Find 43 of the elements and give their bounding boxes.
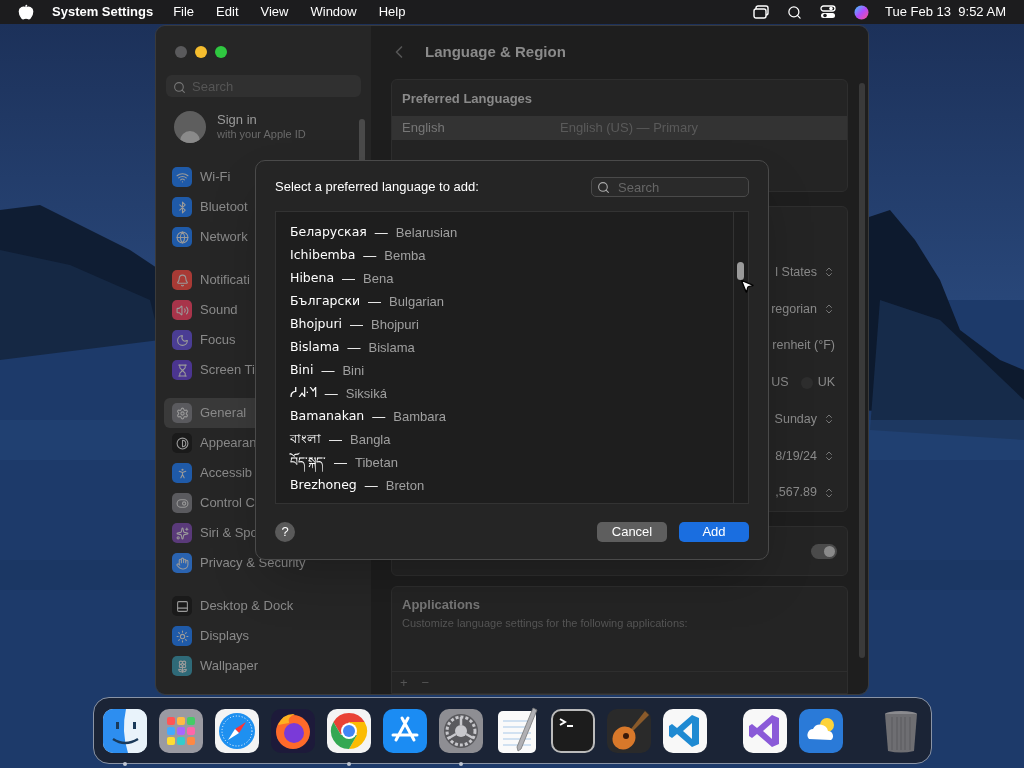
english-name: Belarusian <box>395 223 458 242</box>
native-name: བོད་སྐད་ <box>290 453 326 472</box>
sheet-title: Select a preferred language to add: <box>275 178 479 197</box>
dash: — <box>372 407 386 426</box>
native-name: Български <box>290 292 361 311</box>
english-name: Bulgarian <box>389 292 445 311</box>
dash: — <box>324 384 338 403</box>
dash: — <box>363 246 377 265</box>
setting-value: renheit (°F) <box>772 337 835 355</box>
native-name: Ichibemba <box>290 246 356 265</box>
native-name: Bini <box>290 361 314 380</box>
english-name: Siksiká <box>345 384 387 403</box>
dash: — <box>329 430 342 449</box>
native-name: ᓱᖽᐧᖿ <box>290 384 317 403</box>
native-name: Brezhoneg <box>290 476 357 495</box>
english-name: Bislama <box>368 338 415 357</box>
language-name: English <box>402 119 446 138</box>
dash: — <box>321 361 335 380</box>
dash: — <box>374 223 388 242</box>
native-name: Беларуская <box>290 223 367 242</box>
dash: — <box>350 315 364 334</box>
native-name: Bislama <box>290 338 340 357</box>
dash: — <box>334 453 347 472</box>
english-name: Bemba <box>384 246 426 265</box>
dash: — <box>364 476 378 495</box>
native-name: Bamanakan <box>290 407 365 426</box>
account-subtitle: with your Apple ID <box>217 127 306 142</box>
english-name: Bangla <box>350 430 391 449</box>
english-name: Breton <box>385 476 425 495</box>
english-name: Bini <box>342 361 365 380</box>
native-name: বাংলা <box>290 430 321 449</box>
english-name: Bhojpuri <box>371 315 419 334</box>
english-name: Bena <box>363 269 394 288</box>
dash: — <box>342 269 356 288</box>
english-name: Tibetan <box>355 453 398 472</box>
window-title: Language & Region <box>425 41 566 62</box>
english-name: Bambara <box>393 407 446 426</box>
section-title: Applications <box>401 596 481 614</box>
dash: — <box>368 292 382 311</box>
native-name: Hibena <box>290 269 335 288</box>
dash: — <box>347 338 361 357</box>
section-title: Preferred Languages <box>401 90 534 108</box>
native-name: Bhojpuri <box>290 315 343 334</box>
